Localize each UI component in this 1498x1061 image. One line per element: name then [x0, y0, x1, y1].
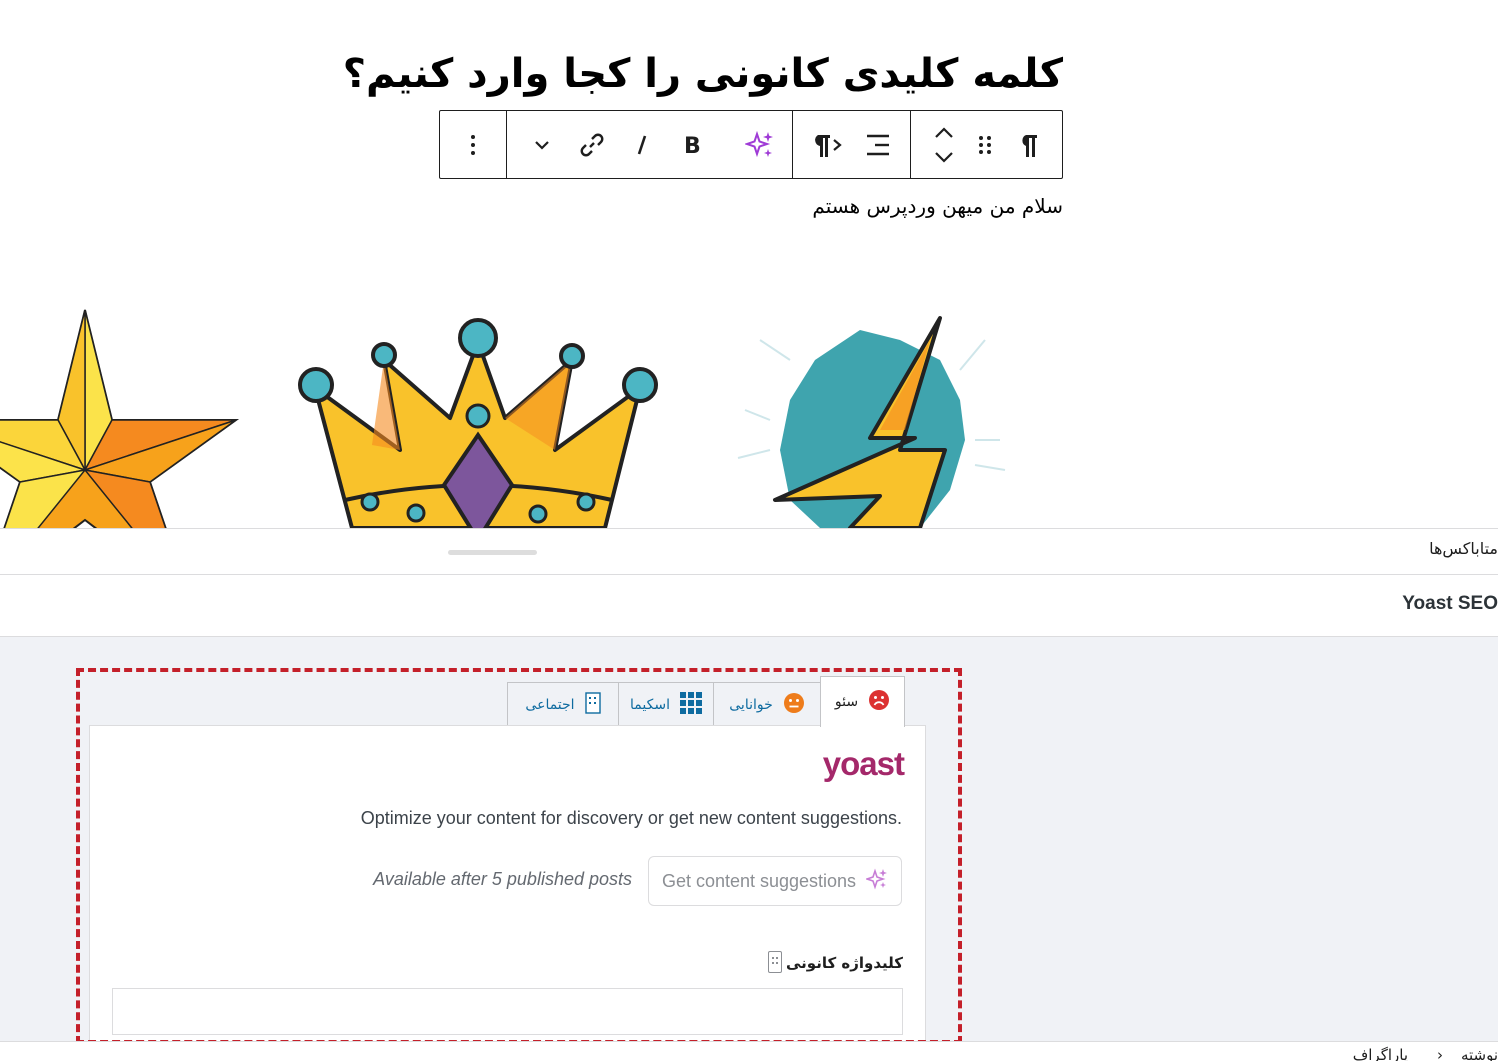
- link-button[interactable]: [568, 111, 616, 178]
- text-direction-icon: [812, 131, 844, 159]
- post-title[interactable]: کلمه کلیدی کانونی را کجا وارد کنیم؟: [343, 48, 1063, 100]
- neutral-face-icon: [783, 692, 805, 718]
- grid-icon: [679, 691, 702, 718]
- chevron-left-icon: ‹: [1437, 1046, 1443, 1061]
- align-button[interactable]: [854, 111, 902, 178]
- ai-sparkle-icon: [864, 867, 888, 895]
- breadcrumb-paragraph[interactable]: پاراگراف: [1353, 1046, 1408, 1061]
- paragraph-block[interactable]: سلام من میهن وردپرس هستم: [700, 192, 1063, 220]
- tab-seo[interactable]: سئو: [820, 676, 905, 727]
- yoast-logo: yoast: [822, 745, 905, 782]
- star-icon: [0, 309, 240, 528]
- tab-social[interactable]: اجتماعی: [507, 682, 619, 726]
- share-icon: [584, 691, 601, 718]
- focus-keyphrase-input[interactable]: [112, 988, 903, 1035]
- availability-note: Available after 5 published posts: [373, 869, 632, 889]
- ai-sparkle-icon: [745, 130, 775, 160]
- move-up-down-icon: [933, 125, 955, 165]
- align-icon: [865, 133, 891, 157]
- block-options-button[interactable]: [449, 111, 497, 178]
- toolbar-separator: [506, 111, 507, 178]
- italic-icon: [634, 133, 650, 157]
- toolbar-separator: [910, 111, 911, 178]
- breadcrumb-post[interactable]: نوشته: [1461, 1046, 1498, 1061]
- svg-text:B: B: [684, 134, 701, 157]
- drag-icon: [977, 134, 993, 156]
- yoast-seo-metabox-header[interactable]: Yoast SEO: [0, 575, 1498, 637]
- lightning-icon: [737, 316, 1006, 528]
- italic-button[interactable]: [618, 111, 666, 178]
- ai-assist-button[interactable]: [736, 111, 784, 178]
- link-icon: [579, 132, 605, 158]
- get-content-suggestions-button[interactable]: Get content suggestions: [648, 856, 902, 906]
- yoast-seo-title: Yoast SEO: [1402, 593, 1498, 614]
- drag-handle-button[interactable]: [963, 111, 1007, 178]
- tab-schema[interactable]: اسکیما: [618, 682, 714, 726]
- tab-schema-label: اسکیما: [630, 696, 670, 713]
- resize-handle[interactable]: [448, 550, 537, 555]
- tab-social-label: اجتماعی: [525, 696, 575, 713]
- focus-keyphrase-label: کلیدواژه کانونی: [785, 954, 903, 972]
- metaboxes-panel-header: متاباکس‌ها: [0, 528, 1498, 575]
- tab-readability-label: خوانایی: [729, 696, 773, 713]
- paragraph-icon: [1017, 131, 1041, 159]
- help-icon[interactable]: [768, 951, 782, 973]
- optimize-description: Optimize your content for discovery or g…: [360, 808, 902, 828]
- block-toolbar: B: [439, 110, 1063, 179]
- move-button[interactable]: [922, 111, 966, 178]
- metaboxes-label: متاباکس‌ها: [1429, 539, 1498, 558]
- crown-icon: [298, 318, 658, 528]
- bold-icon: B: [682, 133, 702, 157]
- more-formats-button[interactable]: [518, 111, 566, 178]
- bold-button[interactable]: B: [668, 111, 716, 178]
- paragraph-block-button[interactable]: [1005, 111, 1053, 178]
- sad-face-icon: [868, 689, 890, 715]
- options-icon: [469, 133, 477, 157]
- text-direction-button[interactable]: [804, 111, 852, 178]
- breadcrumb: نوشته ‹ پاراگراف: [0, 1041, 1498, 1061]
- suggest-button-label: Get content suggestions: [661, 870, 857, 891]
- tab-readability[interactable]: خوانایی: [713, 682, 821, 726]
- editor-window: { "post": { "title": "کلمه کلیدی کانونی …: [0, 0, 1498, 1061]
- toolbar-separator: [792, 111, 793, 178]
- illustration-image: [0, 300, 1010, 528]
- more-chevron-icon: [533, 139, 551, 151]
- tab-seo-label: سئو: [834, 694, 859, 710]
